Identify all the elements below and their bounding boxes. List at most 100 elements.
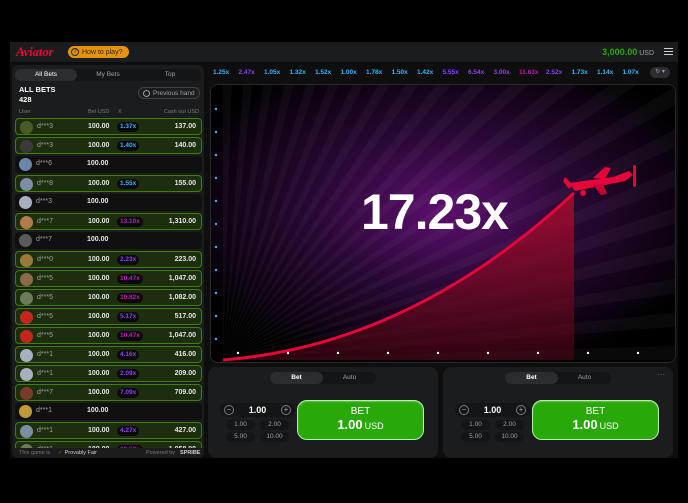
history-multiplier: 1.73x <box>571 69 588 76</box>
quick-amounts-row-2: 5.00 10.00 <box>220 432 295 442</box>
bet-button-amount: 1.00 <box>337 417 363 432</box>
bet-user: d***1 <box>37 370 53 377</box>
history-multiplier: 2.47x <box>238 69 255 76</box>
bet-row: d***5 100.00 10.47x 1,047.00 <box>15 270 202 287</box>
sidebar-footer: This game is Provably Fair Powered by SP… <box>12 448 204 458</box>
history-multiplier: 2.52x <box>546 69 563 76</box>
plus-icon[interactable]: + <box>281 405 291 415</box>
avatar <box>20 273 33 286</box>
bet-button-label: BET <box>350 406 371 417</box>
bet-row: d***5 100.00 10.47x 1,047.00 <box>15 327 202 344</box>
bet-amount: 100.00 <box>87 160 109 167</box>
how-to-play-label: How to play? <box>82 48 123 56</box>
bet-amount: 100.00 <box>88 313 110 320</box>
bet-button-currency: USD <box>599 421 619 431</box>
previous-hand-button[interactable]: Previous hand <box>138 87 200 99</box>
history-toggle-button[interactable]: ↻ ▾ <box>650 67 670 78</box>
balance-currency: USD <box>639 50 654 57</box>
col-x: X <box>118 109 122 115</box>
bet-amount: 100.00 <box>88 218 110 225</box>
history-multiplier: 1.32x <box>289 69 306 76</box>
bet-button[interactable]: BET 1.00 USD <box>297 400 424 440</box>
bet-row: d***3 100.00 1.40x 140.00 <box>15 137 202 154</box>
bet-row: d***3 100.00 1.37x 137.00 <box>15 118 202 135</box>
how-to-play-button[interactable]: ? How to play? <box>68 46 129 58</box>
tab-my-bets[interactable]: My Bets <box>77 69 139 81</box>
quick-amount-button[interactable]: 5.00 <box>226 432 255 442</box>
provably-fair-link[interactable]: Provably Fair <box>58 450 97 456</box>
quick-amounts-row-2: 5.00 10.00 <box>455 432 530 442</box>
col-cashout: Cash out USD <box>163 109 199 115</box>
history-multiplier: 1.78x <box>366 69 383 76</box>
avatar <box>20 387 33 400</box>
bet-row: d***7 100.00 7.09x 709.00 <box>15 384 202 401</box>
hamburger-menu-icon[interactable] <box>662 45 675 58</box>
bet-row: d***5 100.00 5.17x 517.00 <box>15 308 202 325</box>
aviator-logo[interactable]: Aviator <box>16 44 54 60</box>
quick-amount-button[interactable]: 1.00 <box>461 420 490 430</box>
history-multiplier: 1.05x <box>264 69 281 76</box>
history-multiplier: 5.55x <box>442 69 459 76</box>
bet-row: d***7 100.00 <box>15 232 202 249</box>
quick-amounts-row-1: 1.00 2.00 <box>220 420 295 430</box>
quick-amount-button[interactable]: 2.00 <box>495 420 524 430</box>
quick-amount-button[interactable]: 10.00 <box>495 432 524 442</box>
bet-multiplier: 4.27x <box>117 426 140 436</box>
bet-user: d***1 <box>36 407 52 414</box>
bet-button[interactable]: BET 1.00 USD <box>532 400 659 440</box>
more-options-icon[interactable]: ··· <box>657 370 665 379</box>
bet-cashout: 1,047.00 <box>168 275 196 282</box>
tab-bet[interactable]: Bet <box>505 372 558 384</box>
bet-user: d***6 <box>36 160 52 167</box>
bet-multiplier: 4.16x <box>117 350 140 360</box>
bet-multiplier: 1.55x <box>117 179 140 189</box>
balance-amount: 3,000.00 <box>602 47 638 57</box>
bet-row: d***7 100.00 13.10x 1,310.00 <box>15 213 202 230</box>
quick-amount-button[interactable]: 1.00 <box>226 420 255 430</box>
history-multiplier: 1.07x <box>622 69 639 76</box>
bet-user: d***5 <box>37 313 53 320</box>
bet-amount: 100.00 <box>88 370 110 377</box>
avatar <box>20 216 33 229</box>
tab-bet[interactable]: Bet <box>270 372 323 384</box>
bet-user: d***7 <box>37 218 53 225</box>
avatar <box>19 196 32 209</box>
bet-user: d***3 <box>36 198 52 205</box>
bets-list: d***3 100.00 1.37x 137.00 d***3 100.00 1.40x 14… <box>15 118 202 458</box>
bet-user: d***7 <box>36 236 52 243</box>
bet-amount: 100.00 <box>88 256 110 263</box>
quick-amount-button[interactable]: 10.00 <box>260 432 289 442</box>
bet-cashout: 137.00 <box>174 123 196 130</box>
tab-top[interactable]: Top <box>139 69 201 81</box>
bets-sidebar: All Bets My Bets Top ALL BETS 428 Previo… <box>12 65 204 458</box>
history-multiplier: 1.42x <box>417 69 434 76</box>
bet-user: d***8 <box>37 180 53 187</box>
bets-tabs: All Bets My Bets Top <box>15 69 201 81</box>
tab-auto[interactable]: Auto <box>558 372 611 384</box>
bet-user: d***3 <box>37 123 53 130</box>
plus-icon[interactable]: + <box>516 405 526 415</box>
avatar <box>20 121 33 134</box>
footer-powered-by: Powered by <box>146 450 176 456</box>
tab-all-bets[interactable]: All Bets <box>15 69 77 81</box>
avatar <box>19 158 32 171</box>
quick-amount-button[interactable]: 5.00 <box>461 432 490 442</box>
history-multiplier: 3.00x <box>493 69 510 76</box>
bet-row: d***3 100.00 <box>15 194 202 211</box>
bet-user: d***5 <box>37 294 53 301</box>
bet-panel-1: Bet Auto − 1.00 + 1.00 2.00 5.00 10.00 B… <box>208 367 438 458</box>
clock-icon <box>143 89 150 97</box>
bet-user: d***3 <box>37 142 53 149</box>
bet-cashout: 223.00 <box>174 256 196 263</box>
bet-panel-2: Bet Auto ··· − 1.00 + 1.00 2.00 5.00 10.… <box>443 367 673 458</box>
spribe-logo: SPRIBE <box>180 450 201 456</box>
tab-auto[interactable]: Auto <box>323 372 376 384</box>
bet-multiplier: 7.09x <box>117 388 140 398</box>
bet-button-label: BET <box>585 406 606 417</box>
bet-cashout: 1,310.00 <box>168 218 196 225</box>
current-multiplier: 17.23x <box>361 184 509 240</box>
bet-panel-1-tabs: Bet Auto <box>270 372 376 384</box>
quick-amount-button[interactable]: 2.00 <box>260 420 289 430</box>
bet-multiplier: 10.82x <box>117 293 143 303</box>
avatar <box>20 425 33 438</box>
